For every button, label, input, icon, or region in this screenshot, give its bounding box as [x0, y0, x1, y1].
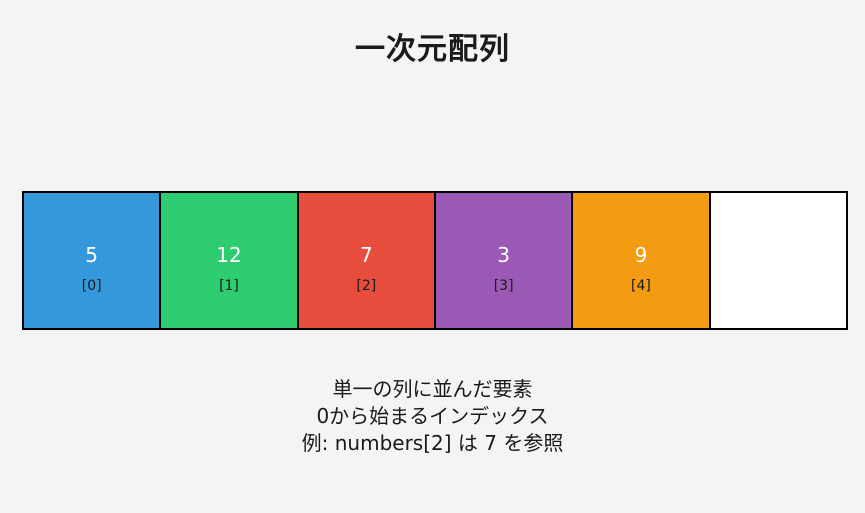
- diagram-title: 一次元配列: [355, 32, 510, 67]
- cell-value-1: 12: [216, 243, 242, 267]
- cell-index-1: [1]: [219, 278, 239, 294]
- cell-value-2: 7: [359, 243, 373, 267]
- caption-line-3: 例: numbers[2] は 7 を参照: [301, 431, 564, 455]
- cell-value-0: 5: [85, 243, 99, 267]
- cell-index-0: [0]: [81, 278, 102, 294]
- array-cell-4: 9 [4]: [573, 193, 711, 328]
- array-cell-1: 12 [1]: [161, 193, 299, 328]
- array-cell-5: [710, 193, 846, 328]
- cell-value-3: 3: [497, 243, 511, 267]
- cell-index-2: [2]: [356, 278, 377, 294]
- array-cell-2: 7 [2]: [298, 193, 436, 328]
- caption: 単一の列に並んだ要素 0から始まるインデックス 例: numbers[2] は …: [0, 376, 865, 457]
- caption-line-2: 0から始まるインデックス: [316, 404, 549, 428]
- cell-value-4: 9: [634, 243, 648, 267]
- array-diagram: 5 [0] 12 [1] 7 [2] 3 [3] 9 [4]: [22, 191, 848, 330]
- array-cell-0: 5 [0]: [24, 193, 162, 328]
- array-cell-3: 3 [3]: [435, 193, 574, 328]
- cell-index-3: [3]: [493, 278, 514, 294]
- caption-line-1: 単一の列に並んだ要素: [332, 377, 533, 401]
- cell-index-4: [4]: [631, 278, 651, 294]
